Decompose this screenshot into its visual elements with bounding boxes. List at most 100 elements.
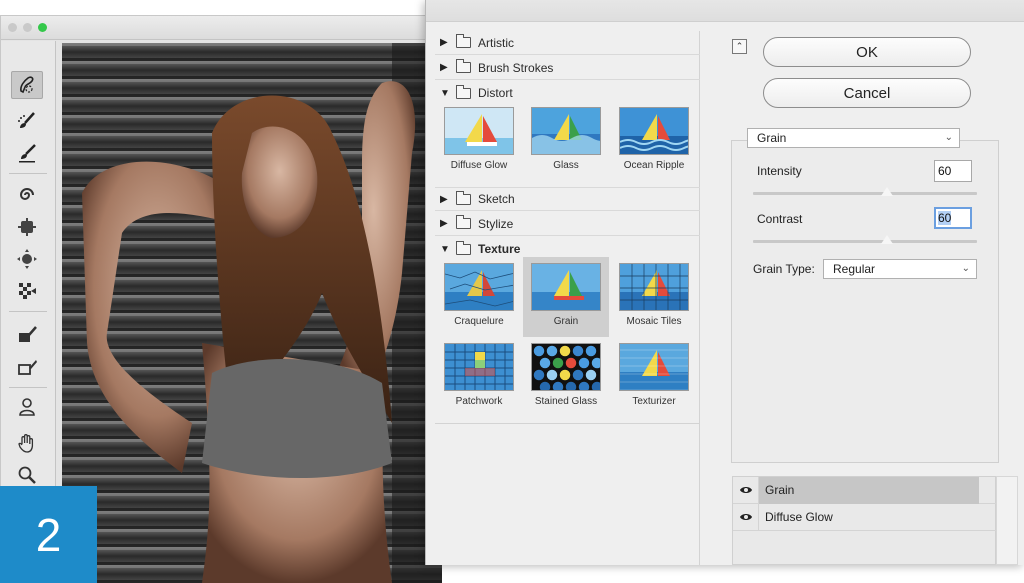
filter-list: ▶ Artistic ▶ Brush Strokes ▼ Distort Dif… [435, 31, 700, 565]
dialog-header [426, 0, 1024, 22]
filter-thumb-patchwork[interactable]: Patchwork [436, 337, 522, 417]
window-titlebar [1, 16, 439, 40]
brush-icon[interactable] [11, 107, 43, 135]
zoom-window-button[interactable] [38, 23, 47, 32]
filter-label: Mosaic Tiles [626, 316, 682, 327]
category-label: Brush Strokes [478, 60, 554, 75]
filter-gallery-dialog: ▶ Artistic ▶ Brush Strokes ▼ Distort Dif… [425, 0, 1024, 565]
intensity-slider-handle[interactable] [881, 187, 894, 196]
category-stylize[interactable]: ▶ Stylize [435, 212, 700, 236]
grain-type-value: Regular [833, 262, 876, 276]
intensity-value: 60 [938, 164, 952, 178]
category-label: Sketch [478, 192, 515, 206]
ok-button[interactable]: OK [763, 37, 971, 67]
filter-label: Patchwork [455, 396, 503, 407]
step-number-badge: 2 [0, 486, 97, 583]
category-label: Texture [478, 242, 521, 256]
contrast-field[interactable]: 60 [934, 207, 972, 229]
minimize-window-button[interactable] [23, 23, 32, 32]
folder-icon [456, 59, 471, 73]
contrast-slider-handle[interactable] [881, 235, 894, 244]
filter-thumb-grain[interactable]: Grain [523, 257, 609, 337]
grain-type-dropdown[interactable]: Regular ⌄ [823, 259, 977, 279]
stamp-icon[interactable] [11, 393, 43, 421]
disclosure-triangle-icon[interactable]: ▶ [440, 37, 450, 48]
quick-selection-brush-icon[interactable] [11, 71, 43, 99]
hand-icon[interactable] [11, 429, 43, 457]
thumbnail-image [444, 343, 514, 391]
twirl-icon[interactable] [11, 181, 43, 209]
folder-icon [456, 190, 471, 205]
filter-label: Diffuse Glow [450, 160, 508, 171]
category-artistic[interactable]: ▶ Artistic [435, 31, 700, 55]
cancel-button[interactable]: Cancel [763, 78, 971, 108]
category-label: Distort [478, 86, 513, 100]
brush-dots-icon[interactable] [11, 139, 43, 167]
disclosure-triangle-icon[interactable]: ▼ [440, 88, 450, 99]
filter-label: Craquelure [454, 316, 504, 327]
folder-icon [456, 34, 471, 48]
chevron-down-icon: ⌄ [944, 132, 953, 143]
eraser-brush-icon[interactable] [11, 353, 43, 381]
folder-icon [456, 240, 471, 255]
folder-icon [456, 84, 471, 99]
filter-thumb-glass[interactable]: Glass [523, 101, 609, 181]
thumbnail-image [619, 263, 689, 311]
filter-thumb-stained-glass[interactable]: Stained Glass [523, 337, 609, 417]
preview-canvas[interactable] [62, 43, 442, 583]
intensity-slider[interactable] [753, 192, 977, 195]
disclosure-triangle-icon[interactable]: ▶ [440, 194, 450, 205]
disclosure-triangle-icon[interactable]: ▼ [440, 244, 450, 255]
layers-scrollbar[interactable] [996, 476, 1018, 565]
filter-dropdown[interactable]: Grain ⌄ [747, 128, 960, 148]
filter-thumb-craquelure[interactable]: Craquelure [436, 257, 522, 337]
close-window-button[interactable] [8, 23, 17, 32]
filter-thumb-ocean-ripple[interactable]: Ocean Ripple [611, 101, 697, 181]
chevron-down-icon: ⌄ [961, 263, 970, 274]
contrast-label: Contrast [757, 212, 803, 226]
disclosure-triangle-icon[interactable]: ▶ [440, 218, 450, 229]
mask-brush-icon[interactable] [11, 321, 43, 349]
filter-thumb-diffuse-glow[interactable]: Diffuse Glow [436, 101, 522, 181]
pucker-icon[interactable] [11, 213, 43, 241]
filter-label: Ocean Ripple [623, 160, 685, 171]
effect-layers-panel: Grain Diffuse Glow [732, 476, 997, 565]
thumbnail-image [619, 343, 689, 391]
thumbnail-image [531, 343, 601, 391]
intensity-label: Intensity [757, 164, 802, 178]
filter-thumb-mosaic-tiles[interactable]: Mosaic Tiles [611, 257, 697, 337]
category-brush-strokes[interactable]: ▶ Brush Strokes [435, 56, 700, 80]
bloat-icon[interactable] [11, 245, 43, 273]
thumbnail-image [531, 263, 601, 311]
effect-layer-name: Diffuse Glow [765, 510, 833, 524]
collapse-icon[interactable]: ⌃ [732, 39, 747, 54]
filter-label: Texturizer [632, 396, 676, 407]
category-label: Artistic [478, 35, 514, 50]
effect-layer-diffuse-glow[interactable]: Diffuse Glow [733, 503, 997, 531]
contrast-slider[interactable] [753, 240, 977, 243]
contrast-value: 60 [938, 211, 952, 225]
category-sketch[interactable]: ▶ Sketch [435, 187, 700, 211]
filter-dropdown-value: Grain [757, 131, 787, 145]
thumbnail-image [619, 107, 689, 155]
thumbnail-image [444, 263, 514, 311]
effect-layer-grain[interactable]: Grain [733, 476, 997, 504]
photo-image [62, 43, 442, 583]
filter-label: Stained Glass [534, 396, 598, 407]
disclosure-triangle-icon[interactable]: ▶ [440, 62, 450, 73]
screen: { "badge": { "number": "2" }, "filter_ga… [0, 0, 1024, 583]
reconstruct-icon[interactable] [11, 277, 43, 305]
filter-thumb-texturizer[interactable]: Texturizer [611, 337, 697, 417]
effect-layer-name: Grain [765, 483, 795, 497]
eye-icon[interactable] [733, 503, 759, 531]
intensity-field[interactable]: 60 [934, 160, 972, 182]
grain-type-label: Grain Type: [753, 262, 815, 276]
filter-label: Glass [553, 160, 579, 171]
filter-settings-panel [731, 140, 999, 463]
thumbnail-image [444, 107, 514, 155]
folder-icon [456, 215, 471, 229]
category-label: Stylize [478, 216, 514, 231]
thumbnail-image [531, 107, 601, 155]
eye-icon[interactable] [733, 476, 759, 504]
zoom-icon[interactable] [11, 461, 43, 489]
